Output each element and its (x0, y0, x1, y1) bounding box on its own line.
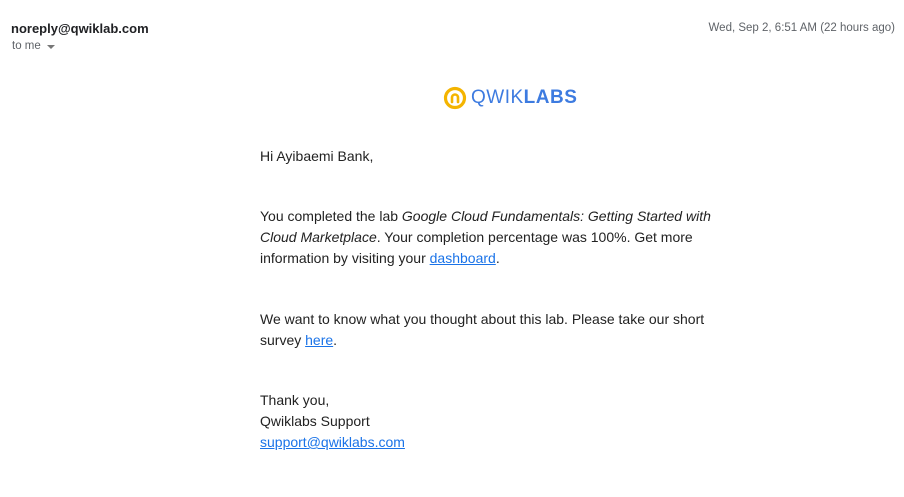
logo-wordmark: QWIK LABS (471, 87, 577, 109)
email-body: Hi Ayibaemi Bank, You completed the lab … (260, 146, 730, 453)
recipient-details-toggle[interactable]: to me (12, 40, 55, 52)
dashboard-link[interactable]: dashboard (430, 250, 496, 266)
logo-text-qwik: QWIK (471, 87, 524, 108)
signature: Qwiklabs Support (260, 413, 370, 429)
email-header: noreply@qwiklab.com to me Wed, Sep 2, 6:… (11, 21, 895, 61)
support-email-link[interactable]: support@qwiklabs.com (260, 434, 405, 450)
greeting: Hi Ayibaemi Bank, (260, 148, 374, 164)
survey-text-end: . (333, 332, 338, 348)
qwiklabs-logo-icon (443, 86, 467, 110)
email-timestamp: Wed, Sep 2, 6:51 AM (22 hours ago) (708, 22, 895, 34)
support-email-line: support@qwiklabs.com (260, 432, 730, 453)
sender-address[interactable]: noreply@qwiklab.com (11, 21, 149, 36)
survey-paragraph: We want to know what you thought about t… (260, 309, 730, 351)
survey-link[interactable]: here (305, 332, 333, 348)
recipient-label: to me (12, 40, 41, 52)
closing: Thank you, (260, 392, 330, 408)
logo-text-labs: LABS (523, 87, 578, 108)
qwiklabs-logo: QWIK LABS (443, 85, 577, 111)
completion-paragraph: You completed the lab Google Cloud Funda… (260, 206, 730, 269)
chevron-down-icon[interactable] (46, 45, 55, 49)
completion-text-end: . (495, 250, 500, 266)
completion-text-start: You completed the lab (260, 208, 402, 224)
